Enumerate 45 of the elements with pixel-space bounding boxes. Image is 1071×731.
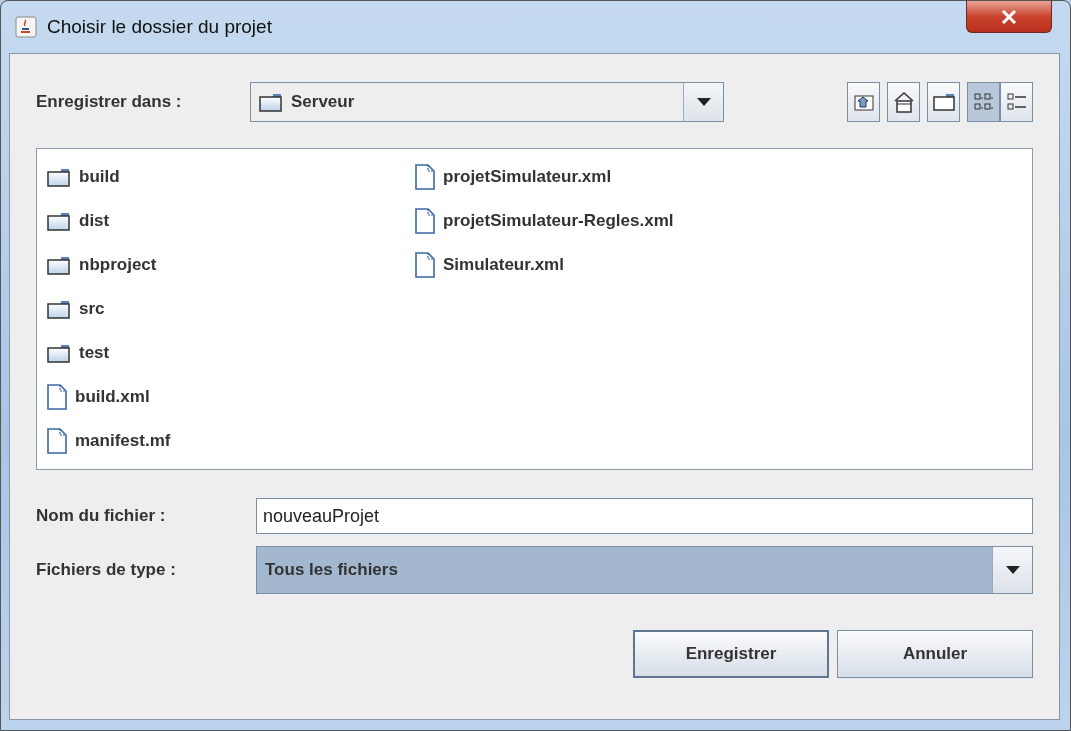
folder-icon (47, 167, 71, 187)
cancel-button[interactable]: Annuler (837, 630, 1033, 678)
file-name[interactable]: build.xml (75, 384, 150, 410)
file-type-dropdown[interactable]: Tous les fichiers (256, 546, 1033, 594)
save-button[interactable]: Enregistrer (633, 630, 829, 678)
java-cup-icon (15, 16, 37, 38)
view-toggle-button[interactable] (967, 82, 1000, 122)
save-in-label: Enregistrer dans : (36, 91, 183, 114)
save-in-dropdown[interactable]: Serveur (250, 82, 724, 122)
file-name-label: Nom du fichier : (36, 505, 167, 528)
file-icon (415, 252, 435, 278)
folder-icon (47, 255, 71, 275)
folder-icon (47, 299, 71, 319)
folder-icon (47, 211, 71, 231)
dropdown-arrow-icon (696, 98, 711, 106)
details-view-icon (1006, 92, 1027, 112)
file-name[interactable]: Simulateur.xml (443, 252, 564, 278)
file-icon (415, 208, 435, 234)
file-icon (47, 384, 67, 410)
window-title: Choisir le dossier du projet (47, 14, 272, 39)
toolbar-button[interactable] (847, 82, 880, 122)
file-icon (47, 428, 67, 454)
folder-name[interactable]: dist (79, 208, 110, 234)
close-button[interactable] (966, 1, 1052, 33)
folder-icon (932, 93, 955, 111)
file-name[interactable]: manifest.mf (75, 428, 171, 454)
list-view-icon (973, 92, 994, 112)
folder-name[interactable]: test (79, 340, 110, 366)
view-toggle-button[interactable] (1000, 82, 1033, 122)
close-icon (1001, 9, 1017, 24)
folder-name[interactable]: nbproject (79, 252, 157, 278)
file-type-label: Fichiers de type : (36, 559, 177, 582)
folder-name[interactable]: build (79, 164, 120, 190)
folder-icon (47, 343, 71, 363)
file-name[interactable]: projetSimulateur.xml (443, 164, 612, 190)
folder-icon (259, 92, 283, 112)
file-name[interactable]: projetSimulateur-Regles.xml (443, 208, 674, 234)
home-icon (892, 91, 915, 113)
toolbar-button[interactable] (887, 82, 920, 122)
folder-name[interactable]: src (79, 296, 105, 322)
file-name-field[interactable]: nouveauProjet (256, 498, 1033, 534)
toolbar-button[interactable] (927, 82, 960, 122)
dropdown-arrow-icon (1005, 566, 1020, 574)
file-icon (415, 164, 435, 190)
folder-up-icon (853, 93, 874, 111)
